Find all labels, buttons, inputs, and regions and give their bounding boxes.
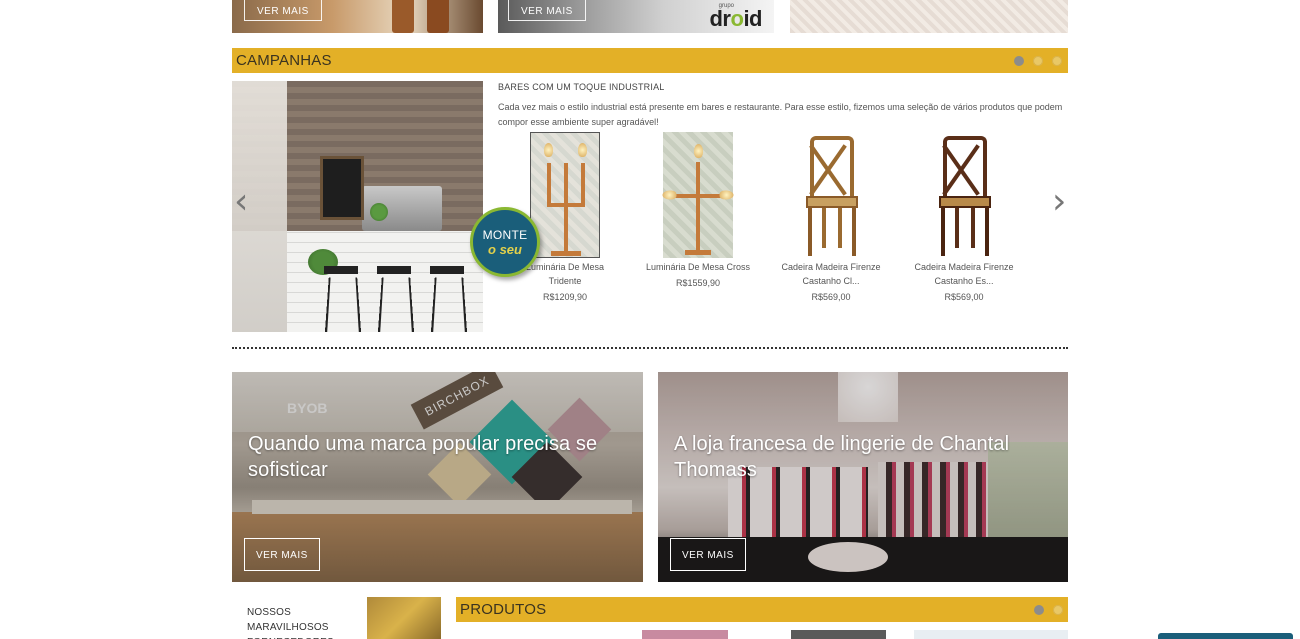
chalkboard (320, 156, 364, 220)
produtos-header: PRODUTOS (456, 597, 1068, 622)
droid-logo: droid (709, 6, 762, 31)
section-divider (232, 347, 1068, 349)
product-card[interactable]: Luminária De Mesa Cross R$1559,90 (643, 132, 753, 288)
campaign-image[interactable] (232, 81, 483, 332)
product-image[interactable] (796, 132, 866, 258)
bar-stool (430, 266, 464, 332)
section-title: CAMPANHAS (236, 52, 332, 69)
story-card-birchbox[interactable]: BIRCHBOX BYOB Quando uma marca popular p… (232, 372, 643, 582)
product-name[interactable]: Cadeira Madeira Firenze Castanho Es... (909, 260, 1019, 288)
product-card[interactable]: Cadeira Madeira Firenze Castanho Cl... R… (776, 132, 886, 302)
fornecedores-label[interactable]: NOSSOS MARAVILHOSOS FORNECEDORES (247, 605, 357, 639)
product-card[interactable]: Cadeira Madeira Firenze Castanho Es... R… (909, 132, 1019, 302)
plant (370, 203, 388, 221)
produtos-pagination (1034, 605, 1063, 615)
top-banner-boots[interactable]: VER MAIS (232, 0, 483, 33)
story-headline[interactable]: A loja francesa de lingerie de Chantal T… (674, 431, 1054, 483)
top-banner-row: VER MAIS VER MAIS grupo droid (232, 0, 1068, 33)
bar-stool (377, 266, 411, 332)
product-thumbnail[interactable] (914, 630, 1068, 639)
bar-stool (324, 266, 358, 332)
product-thumbnail[interactable] (642, 630, 728, 639)
boot-image (427, 0, 449, 33)
pagination-dot[interactable] (1014, 56, 1024, 66)
campanhas-pagination (1014, 56, 1062, 66)
campaign-description: Cada vez mais o estilo industrial está p… (498, 102, 1063, 127)
ver-mais-button[interactable]: VER MAIS (244, 0, 322, 21)
product-image[interactable] (530, 132, 600, 258)
ver-mais-button[interactable]: VER MAIS (670, 538, 746, 571)
product-name[interactable]: Luminária De Mesa Cross (643, 260, 753, 274)
product-price: R$1559,90 (675, 278, 721, 288)
product-price: R$569,00 (811, 292, 851, 302)
campanhas-header: CAMPANHAS (232, 48, 1068, 73)
product-price: R$569,00 (944, 292, 984, 302)
chevron-left-icon[interactable]: ‹ (234, 184, 248, 220)
chat-widget-tab[interactable] (1158, 633, 1293, 639)
pagination-dot[interactable] (1034, 605, 1044, 615)
product-image[interactable] (662, 132, 734, 258)
product-thumbnail[interactable] (791, 630, 886, 639)
ver-mais-button[interactable]: VER MAIS (508, 0, 586, 21)
top-banner-textile[interactable] (790, 0, 1068, 33)
campaign-headline: BARES COM UM TOQUE INDUSTRIAL (498, 82, 665, 92)
ver-mais-button[interactable]: VER MAIS (244, 538, 320, 571)
boot-image (392, 0, 414, 33)
product-price: R$1209,90 (542, 292, 588, 302)
pagination-dot[interactable] (1053, 605, 1063, 615)
story-card-chantal-thomass[interactable]: A loja francesa de lingerie de Chantal T… (658, 372, 1068, 582)
pagination-dot[interactable] (1033, 56, 1043, 66)
chevron-right-icon[interactable]: › (1052, 184, 1066, 220)
monte-o-seu-badge[interactable]: MONTE o seu (470, 207, 540, 277)
story-headline[interactable]: Quando uma marca popular precisa se sofi… (248, 431, 628, 483)
product-image[interactable] (929, 132, 999, 258)
fornecedor-logo[interactable] (367, 597, 441, 639)
product-name[interactable]: Cadeira Madeira Firenze Castanho Cl... (776, 260, 886, 288)
top-banner-droid[interactable]: VER MAIS grupo droid (498, 0, 774, 33)
section-title: PRODUTOS (460, 601, 547, 618)
pagination-dot[interactable] (1052, 56, 1062, 66)
